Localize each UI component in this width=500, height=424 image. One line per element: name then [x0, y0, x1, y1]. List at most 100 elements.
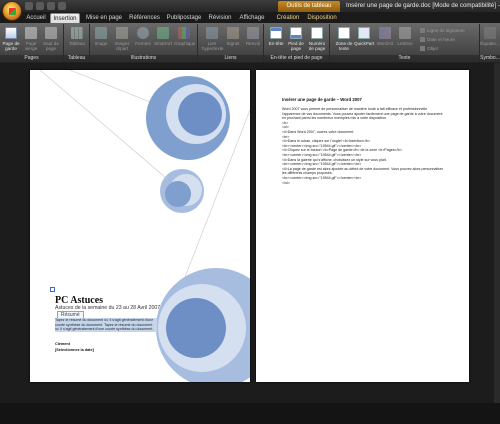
blank-page-icon: [25, 27, 37, 39]
tab-references[interactable]: Références: [128, 13, 161, 23]
tab-insertion[interactable]: Insertion: [50, 13, 80, 23]
undo-icon[interactable]: [36, 2, 44, 10]
page-vierge-button[interactable]: Page vierge: [21, 27, 41, 51]
image-button[interactable]: Image: [91, 27, 111, 46]
group-label-pages: Pages: [0, 55, 63, 62]
tab-disposition[interactable]: Disposition: [306, 13, 338, 23]
group-label-texte: Texte: [330, 55, 479, 62]
group-label-illustrations: Illustrations: [90, 55, 197, 62]
save-icon[interactable]: [25, 2, 33, 10]
lettrine-label: Lettrine: [397, 41, 413, 46]
chart-icon: [178, 27, 190, 39]
customize-toolbar-icon[interactable]: [58, 2, 66, 10]
pied-de-page-label: Pied de page: [288, 41, 304, 51]
quickpart-label: QuickPart: [354, 41, 375, 46]
renvoi-label: Renvoi: [245, 41, 261, 46]
redo-icon[interactable]: [47, 2, 55, 10]
lettrine-button[interactable]: Lettrine: [395, 27, 415, 46]
text-box-icon: [338, 27, 350, 39]
cover-page-decoration: [39, 70, 250, 382]
shapes-icon: [137, 27, 149, 39]
date-heure-label: Date et heure: [427, 37, 455, 42]
clipart-icon: [116, 27, 128, 39]
signature-icon: [420, 28, 425, 33]
wordart-button[interactable]: WordArt: [375, 27, 395, 46]
tab-mise-en-page[interactable]: Mise en page: [84, 13, 124, 23]
objet-button[interactable]: Objet: [420, 46, 438, 51]
group-label-entete: En-tête et pied de page: [264, 55, 329, 62]
page-heading[interactable]: Insérer une page de garde – Word 2007: [282, 97, 362, 102]
page-vierge-label: Page vierge: [24, 41, 38, 51]
smartart-button[interactable]: SmartArt: [153, 27, 173, 46]
status-bar: [0, 403, 500, 424]
group-symboles: Équatio... Symbo...: [480, 24, 500, 62]
tableau-label: Tableau: [68, 41, 86, 46]
group-liens: Lien hypertexte Signet Renvoi Liens: [198, 24, 264, 62]
lien-hypertexte-button[interactable]: Lien hypertexte: [202, 27, 223, 51]
renvoi-button[interactable]: Renvoi: [243, 27, 263, 46]
quickpart-icon: [358, 27, 370, 39]
wordart-icon: [379, 27, 391, 39]
tab-revision[interactable]: Révision: [207, 13, 233, 23]
signet-button[interactable]: Signet: [223, 27, 243, 46]
top-circle-inner: [178, 92, 222, 136]
page-break-icon: [45, 27, 57, 39]
tab-publipostage[interactable]: Publipostage: [165, 13, 203, 23]
tableau-button[interactable]: Tableau: [67, 27, 87, 46]
page-garde-button[interactable]: Page de garde: [1, 27, 21, 51]
cross-reference-icon: [247, 27, 259, 39]
date-picker-field[interactable]: [Sélectionnez la date]: [55, 348, 94, 352]
cover-page: PC Astuces Astuces de la semaine du 23 a…: [30, 70, 250, 382]
header-icon: [270, 27, 282, 39]
page-body[interactable]: Word 2007 vous permet de personnaliser d…: [282, 107, 452, 185]
smartart-icon: [157, 27, 169, 39]
ribbon-tabs: Accueil Insertion Mise en page Référence…: [0, 12, 500, 23]
resume-text[interactable]: Tapez le résumé du document ici. Il s'ag…: [55, 318, 157, 332]
signet-label: Signet: [226, 41, 240, 46]
ligne-signature-label: Ligne de signature: [427, 28, 465, 33]
graphique-button[interactable]: Graphique: [174, 27, 196, 46]
numero-page-button[interactable]: Numéro de page: [307, 27, 327, 51]
middle-circle-inner: [165, 181, 191, 207]
image-label: Image: [94, 41, 108, 46]
quick-access-toolbar: [25, 2, 66, 10]
equation-button[interactable]: Équatio...: [480, 27, 500, 46]
equation-label: Équatio...: [480, 41, 500, 46]
quickpart-button[interactable]: QuickPart: [354, 27, 374, 46]
group-tableau: Tableau Tableau: [64, 24, 90, 62]
formes-label: Formes: [135, 41, 151, 46]
pi-equation-icon: [484, 27, 496, 39]
office-button[interactable]: [2, 1, 22, 21]
saut-page-button[interactable]: Saut de page: [41, 27, 61, 51]
formes-button[interactable]: Formes: [133, 27, 153, 46]
tab-creation[interactable]: Création: [274, 13, 302, 23]
en-tete-button[interactable]: En-tête: [266, 27, 286, 46]
saut-page-label: Saut de page: [43, 41, 59, 51]
ligne-signature-button[interactable]: Ligne de signature: [420, 28, 465, 33]
group-entete: En-tête Pied de page Numéro de page En-t…: [264, 24, 330, 62]
cover-page-icon: [5, 27, 17, 39]
window-title: Insérer une page de garde.doc [Mode de c…: [346, 2, 500, 9]
group-label-symboles: Symbo...: [480, 55, 500, 62]
anchor-icon[interactable]: [50, 287, 55, 292]
group-label-tableau: Tableau: [64, 55, 89, 62]
body-line: Word 2007 vous permet de personnaliser d…: [282, 107, 428, 111]
vertical-scrollbar[interactable]: [494, 63, 500, 403]
group-pages: Page de garde Page vierge Saut de page P…: [0, 24, 64, 62]
images-clipart-button[interactable]: Images clipart: [112, 27, 132, 51]
zone-texte-button[interactable]: Zone de texte: [334, 27, 354, 51]
objet-label: Objet: [427, 46, 438, 51]
zone-texte-label: Zone de texte: [335, 41, 353, 51]
tab-accueil[interactable]: Accueil: [24, 13, 48, 23]
author-field[interactable]: Clément: [55, 342, 70, 346]
tab-affichage[interactable]: Affichage: [238, 13, 266, 23]
group-label-liens: Liens: [198, 55, 263, 62]
group-illustrations: Image Images clipart Formes SmartArt Gra…: [90, 24, 198, 62]
hyperlink-icon: [206, 27, 218, 39]
object-icon: [420, 46, 425, 51]
graphique-label: Graphique: [174, 41, 196, 46]
calendar-icon: [420, 37, 425, 42]
pied-de-page-button[interactable]: Pied de page: [286, 27, 306, 51]
date-heure-button[interactable]: Date et heure: [420, 37, 455, 42]
smartart-label: SmartArt: [153, 41, 173, 46]
